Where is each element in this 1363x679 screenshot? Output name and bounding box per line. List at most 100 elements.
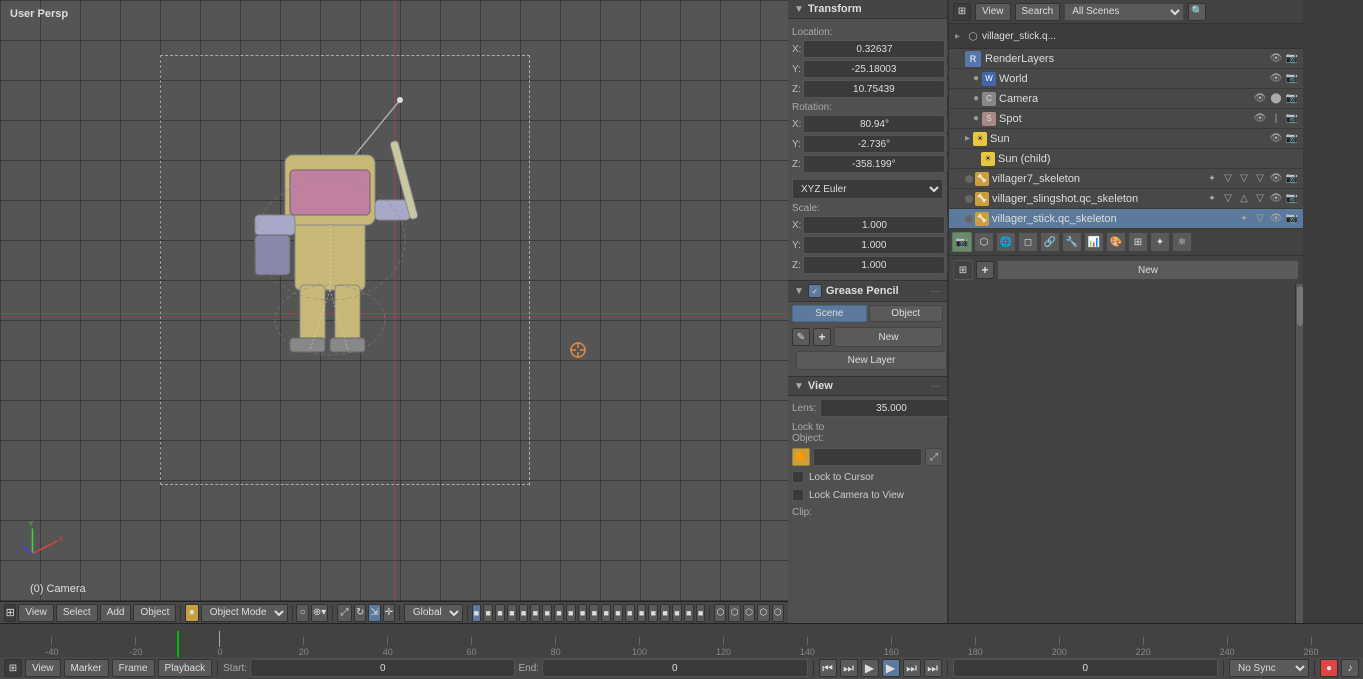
- prop-render-icon[interactable]: 📷: [952, 232, 972, 252]
- st-icon1[interactable]: ✦: [1237, 212, 1251, 226]
- start-frame-input[interactable]: [250, 659, 515, 677]
- layer17[interactable]: ■: [660, 604, 670, 622]
- villager7-expand[interactable]: [965, 175, 973, 183]
- layer13[interactable]: ■: [613, 604, 623, 622]
- layer2[interactable]: ■: [483, 604, 493, 622]
- keyframe-btn[interactable]: ●: [1320, 659, 1338, 677]
- sl-eye-icon[interactable]: 👁: [1269, 192, 1283, 206]
- villager-slingshot-item[interactable]: 🦴 villager_slingshot.qc_skeleton ✦ ▽ △ ▽…: [949, 189, 1303, 209]
- world-eye-icon[interactable]: 👁: [1269, 72, 1283, 86]
- stick-expand[interactable]: [965, 215, 973, 223]
- prop-data-icon[interactable]: 📊: [1084, 232, 1104, 252]
- prev-frame-btn[interactable]: ⏭: [840, 659, 858, 677]
- camera-dot-icon[interactable]: ⬤: [1269, 92, 1283, 106]
- scale-icon[interactable]: ⇲: [368, 604, 380, 622]
- sync-select[interactable]: No Sync: [1229, 659, 1309, 677]
- scene-search-btn[interactable]: Search: [1015, 3, 1061, 21]
- prop-particles-icon[interactable]: ✦: [1150, 232, 1170, 252]
- viewport-icon1[interactable]: ○: [296, 604, 308, 622]
- transform-header[interactable]: ▼ Transform: [788, 0, 947, 19]
- lock-clear-btn[interactable]: ⤢: [925, 448, 943, 466]
- prop-world-icon[interactable]: 🌐: [996, 232, 1016, 252]
- spot-eye-icon[interactable]: 👁: [1253, 112, 1267, 126]
- prop-texture-icon[interactable]: ⊞: [1128, 232, 1148, 252]
- gp-object-tab[interactable]: Object: [869, 305, 944, 322]
- object-menu-btn[interactable]: Object: [133, 604, 176, 622]
- current-frame-input[interactable]: [953, 659, 1218, 677]
- view-menu-btn[interactable]: View: [18, 604, 54, 622]
- prop-constraint-icon[interactable]: 🔗: [1040, 232, 1060, 252]
- layer7[interactable]: ■: [542, 604, 552, 622]
- timeline-type-icon[interactable]: ⊞: [4, 659, 22, 677]
- layer16[interactable]: ■: [648, 604, 658, 622]
- play-btn[interactable]: ▶: [882, 659, 900, 677]
- v7-icon4[interactable]: ▽: [1253, 172, 1267, 186]
- add-menu-btn[interactable]: Add: [100, 604, 132, 622]
- sl-icon1[interactable]: ✦: [1205, 192, 1219, 206]
- gp-new-btn[interactable]: New: [834, 327, 943, 347]
- cursor-icon[interactable]: ✛: [383, 604, 395, 622]
- loc-z-input[interactable]: [803, 80, 945, 98]
- layer19[interactable]: ■: [684, 604, 694, 622]
- rotate-icon[interactable]: ↻: [354, 604, 366, 622]
- st-render-icon[interactable]: 📷: [1285, 212, 1299, 226]
- layer4[interactable]: ■: [507, 604, 517, 622]
- spot-render-icon[interactable]: 📷: [1285, 112, 1299, 126]
- render-icon[interactable]: ⬡: [743, 604, 755, 622]
- layer5[interactable]: ■: [519, 604, 529, 622]
- jump-end-btn[interactable]: ⏭: [924, 659, 942, 677]
- layer11[interactable]: ■: [589, 604, 599, 622]
- loc-x-input[interactable]: [803, 40, 945, 58]
- camera-eye-icon[interactable]: 👁: [1253, 92, 1267, 106]
- sun-expand[interactable]: ▸: [965, 133, 970, 144]
- spot-expand[interactable]: ●: [973, 113, 979, 124]
- sl-render-icon[interactable]: 📷: [1285, 192, 1299, 206]
- rot-x-input[interactable]: [803, 115, 945, 133]
- v7-render-icon[interactable]: 📷: [1285, 172, 1299, 186]
- world-expand[interactable]: ●: [973, 73, 979, 84]
- end-frame-input[interactable]: [542, 659, 807, 677]
- loc-y-input[interactable]: [803, 60, 945, 78]
- new-row-icon[interactable]: ⊞: [953, 260, 973, 280]
- v7-eye-icon[interactable]: 👁: [1269, 172, 1283, 186]
- lock-icon[interactable]: 🔶: [792, 448, 810, 466]
- scale-y-input[interactable]: [803, 236, 945, 254]
- villager-stick-item[interactable]: 🦴 villager_stick.qc_skeleton ✦ ▽ 👁 📷: [949, 209, 1303, 229]
- scene-new-btn[interactable]: New: [997, 260, 1299, 280]
- v7-icon3[interactable]: ▽: [1237, 172, 1251, 186]
- prop-physics-icon[interactable]: ⚛: [1172, 232, 1192, 252]
- sun-child-item[interactable]: ☀ Sun (child): [949, 149, 1303, 169]
- gp-checkbox[interactable]: ✓: [808, 284, 822, 298]
- next-frame-btn[interactable]: ⏭: [903, 659, 921, 677]
- gp-scene-tab[interactable]: Scene: [792, 305, 867, 322]
- layer12[interactable]: ■: [601, 604, 611, 622]
- rot-z-input[interactable]: [803, 155, 945, 173]
- camera-item[interactable]: ● C Camera 👁 ⬤ 📷: [949, 89, 1303, 109]
- v7-icon2[interactable]: ▽: [1221, 172, 1235, 186]
- layer18[interactable]: ■: [672, 604, 682, 622]
- camera-render-icon[interactable]: 📷: [1285, 92, 1299, 106]
- lens-input[interactable]: [820, 399, 962, 417]
- timeline-view-btn[interactable]: View: [25, 659, 61, 677]
- sl-icon4[interactable]: ▽: [1253, 192, 1267, 206]
- st-eye-icon[interactable]: 👁: [1269, 212, 1283, 226]
- rl-render-icon[interactable]: 📷: [1285, 52, 1299, 66]
- scene-type-icon[interactable]: ⊞: [953, 3, 971, 21]
- transform-icon[interactable]: ⤢: [337, 604, 352, 622]
- timeline-marker-btn[interactable]: Marker: [64, 659, 109, 677]
- layer10[interactable]: ■: [578, 604, 588, 622]
- layer1[interactable]: ■: [472, 604, 482, 622]
- sun-eye-icon[interactable]: 👁: [1269, 132, 1283, 146]
- timeline-playback-btn[interactable]: Playback: [158, 659, 213, 677]
- prop-object-icon[interactable]: ◻: [1018, 232, 1038, 252]
- viewport-type-icon[interactable]: ⊞: [4, 604, 16, 622]
- timeline-ruler[interactable]: -40 -20 0 20 40 60: [0, 624, 1363, 657]
- v7-icon1[interactable]: ✦: [1205, 172, 1219, 186]
- grease-pencil-header[interactable]: ▼ ✓ Grease Pencil ···: [788, 281, 947, 302]
- spot-dot-icon[interactable]: |: [1269, 112, 1283, 126]
- layer8[interactable]: ■: [554, 604, 564, 622]
- jump-start-btn[interactable]: ⏮: [819, 659, 837, 677]
- lock-input-field[interactable]: [813, 448, 922, 466]
- audio-btn[interactable]: ♪: [1341, 659, 1359, 677]
- world-render-icon[interactable]: 📷: [1285, 72, 1299, 86]
